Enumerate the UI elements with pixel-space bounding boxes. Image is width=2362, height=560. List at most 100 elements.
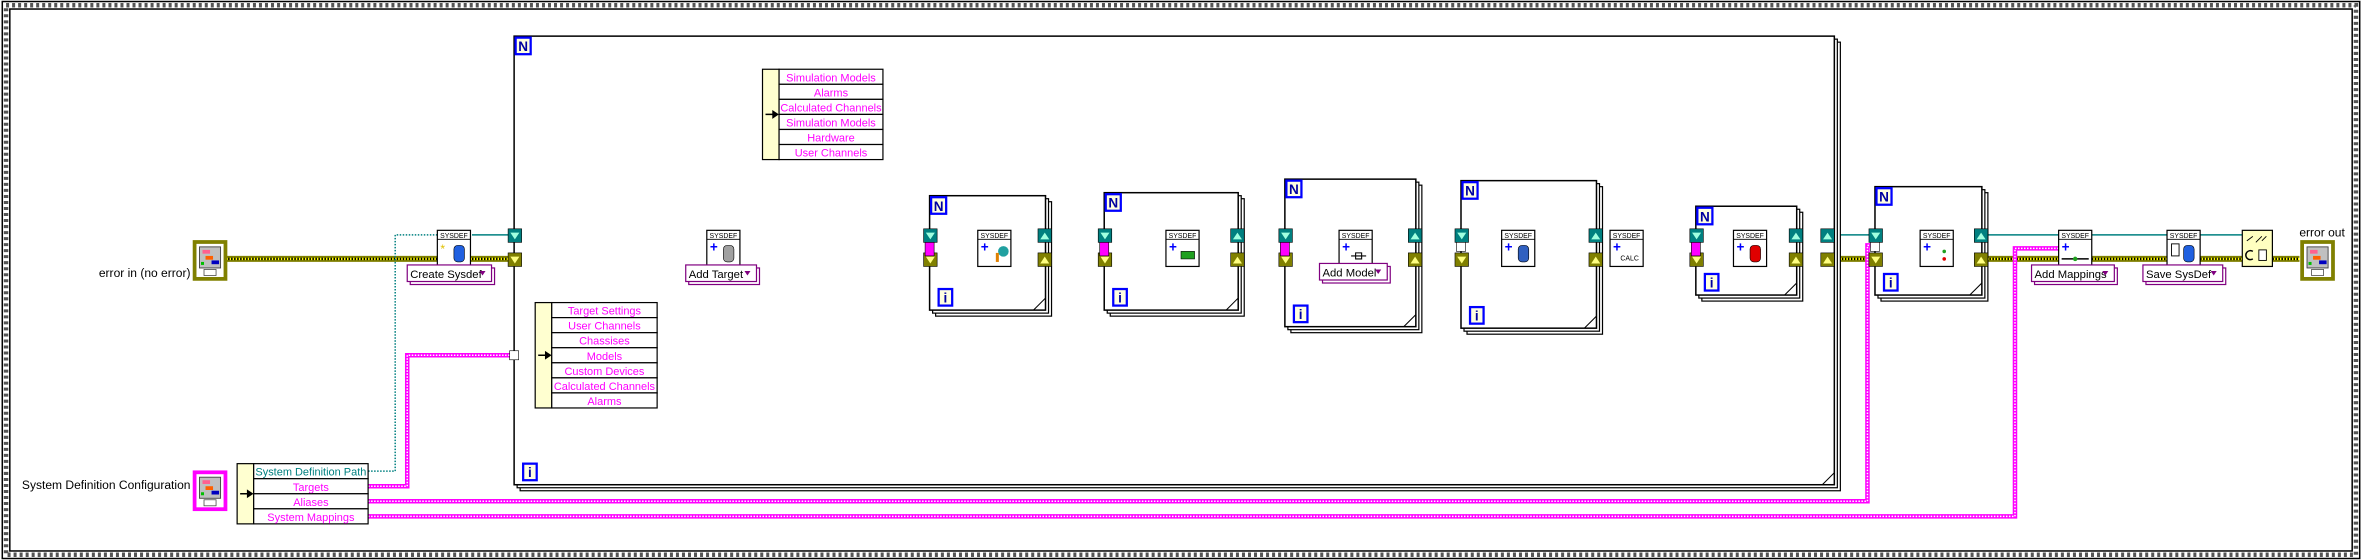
array-tunnel[interactable] bbox=[1099, 242, 1110, 257]
unbundle-element[interactable]: Calculated Channels bbox=[778, 98, 884, 116]
svg-text:N: N bbox=[1289, 182, 1299, 197]
unbundle-element[interactable]: Chassises bbox=[551, 332, 658, 349]
add-alias-vi[interactable]: SYSDEF+ bbox=[1919, 229, 1954, 268]
svg-text:Calculated Channels: Calculated Channels bbox=[554, 381, 656, 393]
unbundle-element[interactable]: Targets bbox=[253, 478, 369, 495]
iteration-terminal[interactable]: i bbox=[937, 287, 954, 307]
add-target-vi[interactable]: SYSDEF+ bbox=[706, 229, 741, 268]
svg-text:Chassises: Chassises bbox=[579, 336, 630, 348]
path-shift-register-left[interactable] bbox=[923, 228, 938, 243]
svg-text:i: i bbox=[1299, 307, 1303, 322]
error-shift-register-right[interactable] bbox=[1588, 252, 1603, 267]
count-terminal[interactable]: N bbox=[1104, 193, 1122, 212]
error-out-terminal[interactable] bbox=[2300, 240, 2335, 281]
path-shift-register-left[interactable] bbox=[1868, 228, 1883, 243]
plus-icon: + bbox=[1169, 239, 1177, 254]
add-mappings-selector[interactable]: Add Mappings bbox=[2030, 264, 2118, 286]
save-sysdef-vi[interactable]: SYSDEF bbox=[2166, 229, 2201, 268]
unbundle-element[interactable]: System Mappings bbox=[253, 508, 369, 525]
path-shift-register-left[interactable] bbox=[1454, 228, 1469, 243]
array-tunnel[interactable] bbox=[1870, 242, 1880, 252]
path-shift-register-left[interactable] bbox=[507, 228, 522, 243]
iteration-terminal[interactable]: i bbox=[522, 462, 538, 482]
iteration-terminal[interactable]: i bbox=[1882, 272, 1899, 292]
add-calculated-channel-vi[interactable]: SYSDEF+CALC bbox=[1609, 229, 1644, 268]
unbundle-element[interactable]: Simulation Models bbox=[778, 113, 884, 131]
svg-text:i: i bbox=[1475, 309, 1479, 324]
path-shift-register-left[interactable] bbox=[1689, 228, 1704, 243]
error-shift-register-right[interactable] bbox=[1230, 252, 1245, 267]
path-shift-register-right[interactable] bbox=[1974, 228, 1989, 243]
error-shift-register-left[interactable] bbox=[1454, 252, 1469, 267]
count-terminal[interactable]: N bbox=[1875, 187, 1893, 206]
add-custom-device-vi[interactable]: SYSDEF+ bbox=[1501, 229, 1536, 268]
count-terminal[interactable]: N bbox=[1461, 181, 1479, 200]
add-hardware-vi[interactable]: SYSDEF+ bbox=[1165, 229, 1200, 268]
array-tunnel[interactable] bbox=[1691, 242, 1701, 257]
path-shift-register-right[interactable] bbox=[1408, 228, 1423, 243]
path-shift-register-right[interactable] bbox=[1820, 228, 1835, 243]
config-label: System Definition Configuration bbox=[22, 478, 191, 492]
add-model-selector[interactable]: Add Model bbox=[1318, 262, 1391, 284]
svg-text:Add Mappings: Add Mappings bbox=[2035, 269, 2107, 281]
path-shift-register-right[interactable] bbox=[1588, 228, 1603, 243]
svg-text:i: i bbox=[528, 465, 532, 480]
plus-icon: + bbox=[1736, 239, 1744, 254]
unbundle-element[interactable]: User Channels bbox=[551, 317, 658, 334]
add-custom-device-icon bbox=[1517, 245, 1530, 263]
system-definition-configuration-terminal[interactable] bbox=[192, 470, 228, 512]
error-shift-register-right[interactable] bbox=[1408, 252, 1423, 267]
path-shift-register-left[interactable] bbox=[1278, 228, 1293, 243]
array-tunnel[interactable] bbox=[1280, 242, 1290, 257]
error-shift-register-right[interactable] bbox=[1037, 252, 1052, 267]
error-shift-register-right[interactable] bbox=[1788, 252, 1804, 267]
error-shift-register-right[interactable] bbox=[1820, 252, 1835, 267]
svg-text:User Channels: User Channels bbox=[795, 148, 868, 160]
iteration-terminal[interactable]: i bbox=[1292, 304, 1309, 324]
unbundle-element[interactable]: Simulation Models bbox=[778, 68, 884, 85]
svg-text:*: * bbox=[440, 242, 445, 256]
path-shift-register-right[interactable] bbox=[1037, 228, 1052, 243]
iteration-terminal[interactable]: i bbox=[1703, 272, 1720, 292]
create-sysdef-vi[interactable]: SYSDEF * bbox=[436, 229, 472, 268]
svg-text:i: i bbox=[944, 291, 948, 306]
unbundle-element[interactable]: Calculated Channels bbox=[551, 377, 658, 394]
array-tunnel[interactable] bbox=[1456, 242, 1466, 252]
unbundle-element[interactable]: System Definition Path bbox=[253, 463, 369, 480]
unbundle-element[interactable]: Aliases bbox=[253, 493, 369, 510]
iteration-terminal[interactable]: i bbox=[1112, 287, 1128, 307]
path-shift-register-left[interactable] bbox=[1097, 228, 1113, 243]
error-shift-register-left[interactable] bbox=[507, 252, 522, 267]
unbundle-element[interactable]: Custom Devices bbox=[551, 362, 658, 379]
add-mappings-vi[interactable]: SYSDEF+ bbox=[2058, 229, 2093, 268]
path-shift-register-right[interactable] bbox=[1230, 228, 1245, 243]
count-terminal[interactable]: N bbox=[1285, 179, 1303, 199]
count-terminal[interactable]: N bbox=[1696, 206, 1714, 226]
iteration-terminal[interactable]: i bbox=[1468, 305, 1485, 325]
unbundle-element[interactable]: Models bbox=[551, 347, 658, 364]
svg-text:Add Target: Add Target bbox=[689, 269, 744, 281]
add-user-channel-vi[interactable]: SYSDEF+ bbox=[977, 229, 1012, 268]
add-alarm-vi[interactable]: SYSDEF+ bbox=[1732, 229, 1768, 268]
unbundle-element[interactable]: Target Settings bbox=[551, 301, 658, 319]
array-tunnel[interactable] bbox=[924, 242, 935, 257]
error-shift-register-left[interactable] bbox=[1868, 252, 1883, 267]
unbundle-element[interactable]: Hardware bbox=[778, 128, 884, 146]
count-terminal[interactable]: N bbox=[929, 196, 948, 215]
count-terminal[interactable]: N bbox=[514, 36, 532, 56]
array-tunnel[interactable] bbox=[509, 350, 519, 361]
plus-icon: + bbox=[1505, 239, 1513, 254]
simple-error-handler-vi[interactable] bbox=[2241, 229, 2273, 268]
error-shift-register-right[interactable] bbox=[1974, 252, 1989, 267]
add-model-vi[interactable]: SYSDEF+ bbox=[1338, 229, 1373, 268]
error-in-terminal[interactable] bbox=[192, 240, 228, 281]
targets-wire bbox=[368, 353, 536, 489]
add-alarm-icon bbox=[1749, 245, 1761, 263]
save-sysdef-selector[interactable]: Save SysDef bbox=[2142, 264, 2227, 286]
add-target-selector[interactable]: Add Target bbox=[685, 264, 761, 286]
create-sysdef-selector[interactable]: Create Sysdef bbox=[406, 264, 496, 286]
unbundle-element[interactable]: Alarms bbox=[778, 83, 884, 100]
unbundle-element[interactable]: User Channels bbox=[778, 143, 884, 161]
unbundle-element[interactable]: Alarms bbox=[551, 392, 658, 409]
path-shift-register-right[interactable] bbox=[1788, 228, 1804, 243]
